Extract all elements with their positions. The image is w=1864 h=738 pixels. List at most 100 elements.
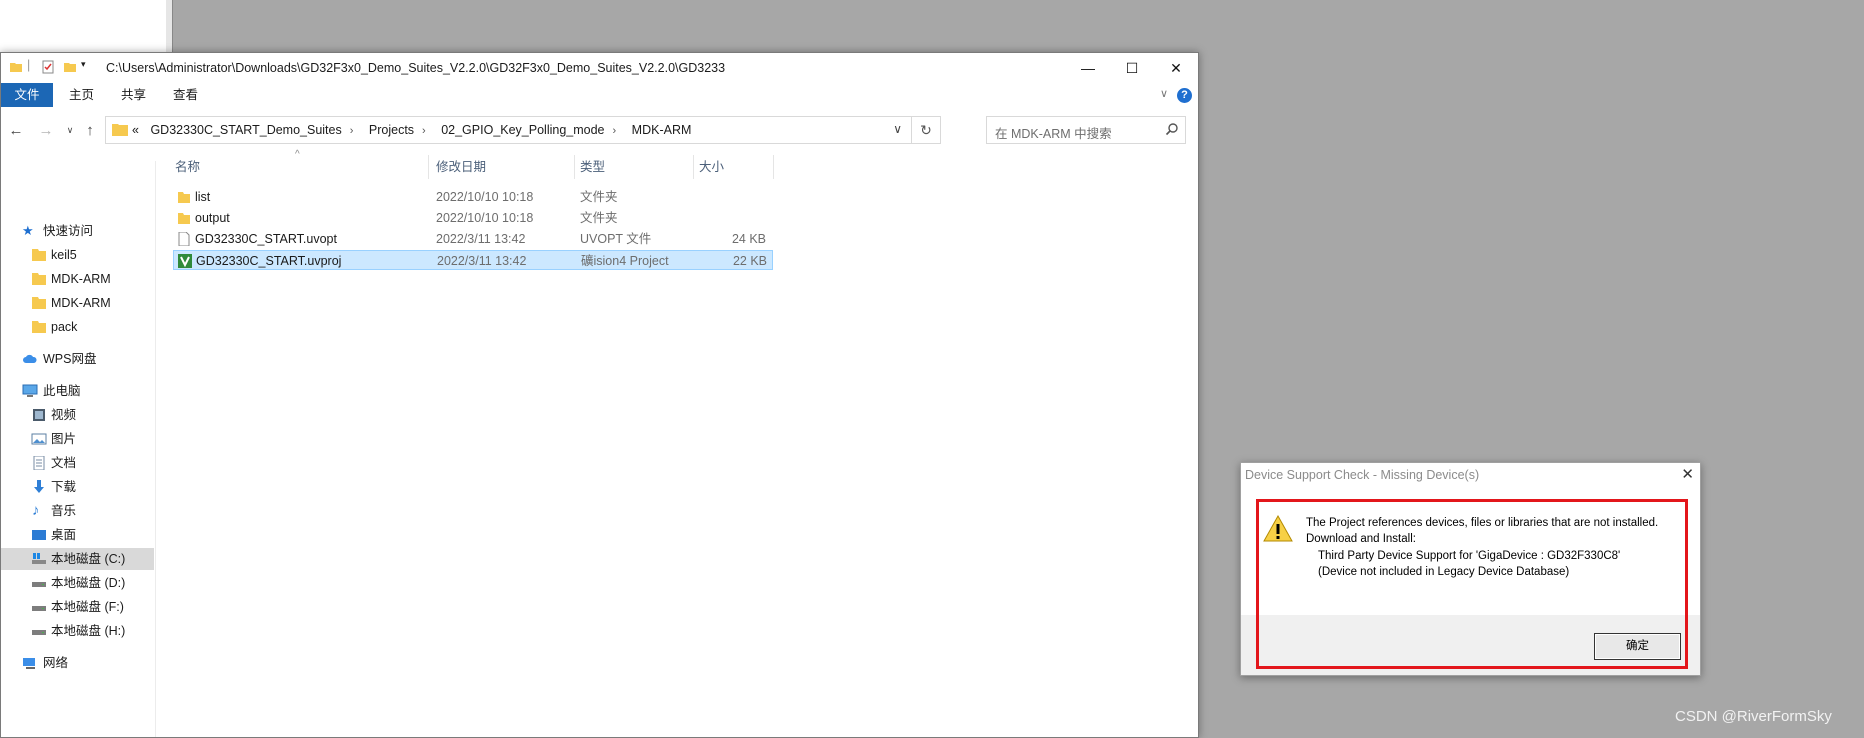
tab-share[interactable]: 共享 bbox=[109, 83, 158, 107]
maximize-button[interactable]: ☐ bbox=[1110, 53, 1154, 83]
sidebar-item-label: keil5 bbox=[51, 248, 77, 262]
sidebar-item-drive-d[interactable]: 本地磁盘 (D:) bbox=[1, 572, 154, 594]
breadcrumb: « GD32330C_START_Demo_Suites › Projects › … bbox=[132, 123, 699, 137]
folder-icon bbox=[32, 297, 46, 309]
tab-view[interactable]: 查看 bbox=[161, 83, 210, 107]
column-divider[interactable] bbox=[773, 155, 774, 179]
file-row-uvproj[interactable]: GD32330C_START.uvproj 2022/3/11 13:42 礦i… bbox=[173, 250, 773, 270]
background-window bbox=[0, 0, 173, 52]
chevron-down-icon[interactable]: ∨ bbox=[1160, 87, 1168, 100]
sidebar-item-wps[interactable]: WPS网盘 bbox=[1, 348, 154, 370]
sidebar-item-this-pc[interactable]: 此电脑 bbox=[1, 380, 154, 402]
tab-home[interactable]: 主页 bbox=[57, 83, 106, 107]
column-header-name[interactable]: 名称 bbox=[175, 153, 200, 181]
sidebar-item-drive-c[interactable]: 本地磁盘 (C:) bbox=[1, 548, 154, 570]
new-folder-icon[interactable] bbox=[63, 60, 77, 74]
file-row-list[interactable]: list 2022/10/10 10:18 文件夹 bbox=[173, 187, 773, 207]
file-size: 24 KB bbox=[731, 232, 766, 246]
address-dropdown-icon[interactable]: ∨ bbox=[893, 122, 902, 136]
sidebar-item-label: 本地磁盘 (H:) bbox=[51, 624, 126, 638]
document-icon bbox=[33, 456, 45, 470]
sidebar-item-videos[interactable]: 视频 bbox=[1, 404, 154, 426]
column-header-type[interactable]: 类型 bbox=[580, 153, 605, 181]
sidebar-item-keil5[interactable]: keil5 bbox=[1, 244, 154, 266]
search-box[interactable]: 在 MDK-ARM 中搜索 bbox=[986, 116, 1186, 144]
message-line: The Project references devices, files or… bbox=[1306, 517, 1659, 529]
chevron-right-icon[interactable]: › bbox=[422, 125, 426, 137]
sidebar-item-label: 下载 bbox=[51, 480, 77, 494]
breadcrumb-mdk-arm[interactable]: MDK-ARM bbox=[632, 123, 692, 137]
sidebar-item-mdk-arm[interactable]: MDK-ARM bbox=[1, 268, 154, 290]
column-header-size[interactable]: 大小 bbox=[699, 153, 724, 181]
column-header-date[interactable]: 修改日期 bbox=[436, 153, 486, 181]
sidebar-item-drive-f[interactable]: 本地磁盘 (F:) bbox=[1, 596, 154, 618]
tab-file[interactable]: 文件 bbox=[1, 83, 53, 107]
sidebar-item-drive-h[interactable]: 本地磁盘 (H:) bbox=[1, 620, 154, 642]
close-icon[interactable]: ✕ bbox=[1681, 465, 1694, 483]
sidebar-item-label: MDK-ARM bbox=[51, 272, 111, 286]
forward-arrow-icon[interactable]: → bbox=[35, 119, 57, 141]
up-arrow-icon[interactable]: ↑ bbox=[79, 119, 101, 141]
breadcrumb-demo-suites[interactable]: GD32330C_START_Demo_Suites bbox=[150, 123, 341, 137]
file-list: ^ 名称 修改日期 类型 大小 list 2022/10/10 10:18 文件… bbox=[156, 149, 1198, 737]
sidebar-item-pack[interactable]: pack bbox=[1, 316, 154, 338]
chevron-right-icon[interactable]: › bbox=[613, 125, 617, 137]
column-divider[interactable] bbox=[693, 155, 694, 179]
video-icon bbox=[33, 409, 45, 421]
file-icon bbox=[178, 232, 190, 246]
window-title: C:\Users\Administrator\Downloads\GD32F3x… bbox=[106, 61, 726, 75]
cloud-icon bbox=[23, 354, 37, 363]
chevron-right-icon[interactable]: › bbox=[350, 125, 354, 137]
file-row-uvopt[interactable]: GD32330C_START.uvopt 2022/3/11 13:42 UVO… bbox=[173, 229, 773, 249]
ok-button[interactable]: 确定 bbox=[1594, 633, 1681, 660]
folder-icon bbox=[112, 124, 128, 136]
breadcrumb-overflow[interactable]: « bbox=[132, 123, 139, 137]
recent-locations-icon[interactable]: ∨ bbox=[59, 119, 81, 141]
sidebar-item-mdk-arm-2[interactable]: MDK-ARM bbox=[1, 292, 154, 314]
download-icon bbox=[34, 480, 44, 493]
help-icon[interactable]: ? bbox=[1177, 88, 1192, 103]
message-line: Download and Install: bbox=[1306, 533, 1416, 545]
file-row-output[interactable]: output 2022/10/10 10:18 文件夹 bbox=[173, 208, 773, 228]
sidebar-item-pictures[interactable]: 图片 bbox=[1, 428, 154, 450]
sidebar-item-quick-access[interactable]: ★ 快速访问 bbox=[1, 220, 154, 242]
sidebar-item-music[interactable]: ♪ 音乐 bbox=[1, 500, 154, 522]
folder-icon bbox=[32, 249, 46, 261]
dialog-title-bar[interactable]: Device Support Check - Missing Device(s)… bbox=[1241, 463, 1700, 487]
properties-icon[interactable] bbox=[41, 60, 55, 74]
refresh-icon[interactable]: ↻ bbox=[911, 117, 940, 143]
sidebar-item-documents[interactable]: 文档 bbox=[1, 452, 154, 474]
title-bar[interactable]: | ▾ C:\Users\Administrator\Downloads\GD3… bbox=[1, 53, 1198, 83]
file-type: 文件夹 bbox=[580, 190, 618, 204]
column-divider[interactable] bbox=[428, 155, 429, 179]
address-bar[interactable]: « GD32330C_START_Demo_Suites › Projects › … bbox=[105, 116, 941, 144]
back-arrow-icon[interactable]: ← bbox=[5, 119, 27, 141]
folder-icon bbox=[32, 321, 46, 333]
detail-line: Third Party Device Support for 'GigaDevi… bbox=[1318, 550, 1621, 562]
folder-icon bbox=[178, 192, 190, 203]
sidebar-item-label: MDK-ARM bbox=[51, 296, 111, 310]
column-divider[interactable] bbox=[574, 155, 575, 179]
sidebar-item-label: 桌面 bbox=[51, 528, 77, 542]
sidebar-item-label: 本地磁盘 (F:) bbox=[51, 600, 124, 614]
search-input[interactable]: 在 MDK-ARM 中搜索 bbox=[995, 123, 1112, 142]
minimize-button[interactable]: — bbox=[1066, 53, 1110, 83]
network-icon bbox=[23, 658, 35, 669]
close-button[interactable]: ✕ bbox=[1154, 53, 1198, 83]
file-name: output bbox=[195, 211, 230, 225]
sidebar-item-network[interactable]: 网络 bbox=[1, 652, 154, 674]
file-date: 2022/10/10 10:18 bbox=[436, 211, 534, 225]
sidebar-item-label: 文档 bbox=[51, 456, 77, 470]
desktop-icon bbox=[32, 530, 46, 540]
search-icon[interactable] bbox=[1165, 122, 1179, 136]
sidebar-item-desktop[interactable]: 桌面 bbox=[1, 524, 154, 546]
breadcrumb-gpio-key[interactable]: 02_GPIO_Key_Polling_mode bbox=[441, 123, 604, 137]
breadcrumb-projects[interactable]: Projects bbox=[369, 123, 414, 137]
quick-access-dropdown-icon[interactable]: ▾ bbox=[81, 59, 95, 73]
detail-line: (Device not included in Legacy Device Da… bbox=[1318, 566, 1570, 578]
file-type: UVOPT 文件 bbox=[580, 232, 652, 246]
navigation-pane: ★ 快速访问 keil5 MDK-ARM MDK-ARM pack WPS网盘 … bbox=[1, 161, 156, 737]
sidebar-item-downloads[interactable]: 下载 bbox=[1, 476, 154, 498]
sidebar-item-label: WPS网盘 bbox=[43, 352, 97, 366]
dialog-detail: Third Party Device Support for 'GigaDevi… bbox=[1318, 548, 1620, 580]
